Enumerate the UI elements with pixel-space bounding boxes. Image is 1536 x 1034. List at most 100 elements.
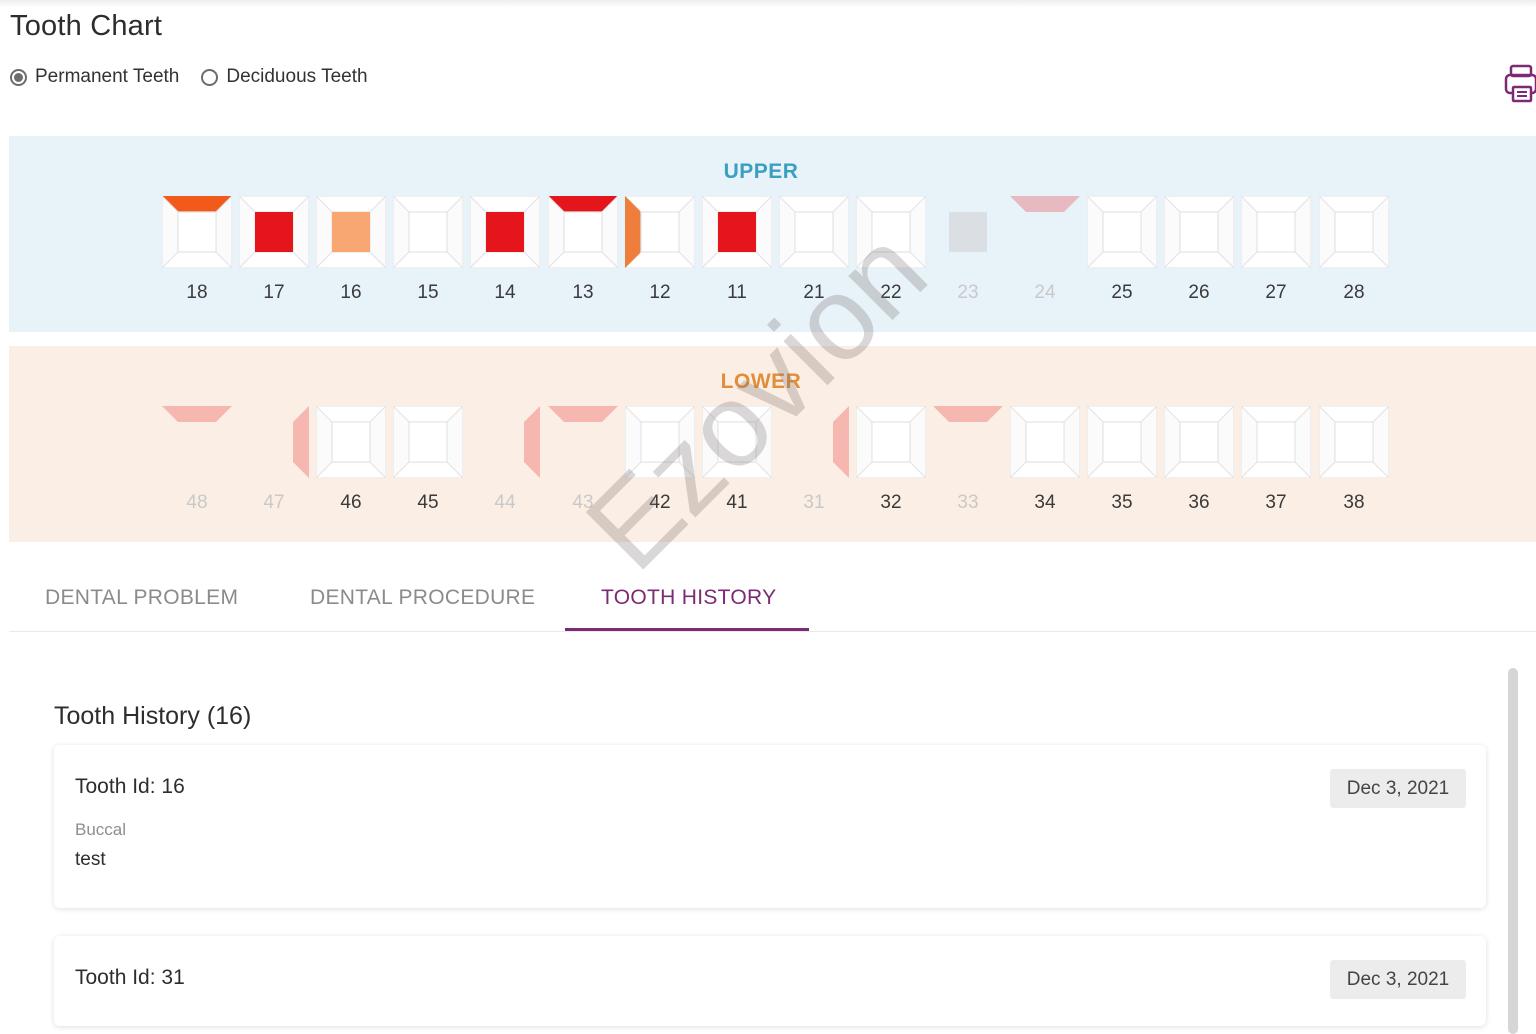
tooth-41[interactable] bbox=[702, 406, 772, 478]
tooth-right-surface[interactable] bbox=[524, 406, 540, 478]
tooth-bottom-surface[interactable] bbox=[1010, 252, 1080, 268]
tooth-18[interactable] bbox=[162, 196, 232, 268]
tooth-top-surface[interactable] bbox=[548, 406, 618, 422]
tooth-center-surface[interactable] bbox=[1179, 211, 1219, 253]
tooth-center-surface[interactable] bbox=[564, 422, 602, 462]
tooth-center-surface[interactable] bbox=[717, 421, 757, 463]
tooth-45[interactable] bbox=[393, 406, 463, 478]
tooth-surface-diagram bbox=[393, 406, 463, 478]
tooth-26[interactable] bbox=[1164, 196, 1234, 268]
tooth-top-surface[interactable] bbox=[933, 406, 1003, 422]
tooth-center-surface[interactable] bbox=[408, 211, 448, 253]
tooth-center-surface[interactable] bbox=[795, 422, 833, 462]
tooth-47[interactable] bbox=[239, 406, 309, 478]
printer-icon bbox=[1504, 64, 1536, 103]
tooth-center-surface[interactable] bbox=[255, 212, 293, 252]
tooth-left-surface[interactable] bbox=[239, 406, 255, 478]
tooth-11[interactable] bbox=[702, 196, 772, 268]
tooth-43[interactable] bbox=[548, 406, 618, 478]
tooth-24[interactable] bbox=[1010, 196, 1080, 268]
tooth-left-surface[interactable] bbox=[933, 196, 949, 268]
tooth-left-surface[interactable] bbox=[779, 406, 795, 478]
tooth-48[interactable] bbox=[162, 406, 232, 478]
tooth-28[interactable] bbox=[1319, 196, 1389, 268]
tab-dental-procedure[interactable]: DENTAL PROCEDURE bbox=[310, 586, 535, 610]
tooth-bottom-surface[interactable] bbox=[548, 462, 618, 478]
print-button[interactable] bbox=[1502, 62, 1536, 104]
tooth-37[interactable] bbox=[1241, 406, 1311, 478]
radio-selected-icon[interactable] bbox=[10, 68, 27, 86]
tooth-14[interactable] bbox=[470, 196, 540, 268]
tooth-13[interactable] bbox=[548, 196, 618, 268]
tooth-bottom-surface[interactable] bbox=[933, 462, 1003, 478]
tooth-center-surface[interactable] bbox=[255, 422, 293, 462]
tooth-center-surface[interactable] bbox=[1334, 211, 1374, 253]
tooth-center-surface[interactable] bbox=[1102, 211, 1142, 253]
tooth-left-surface[interactable] bbox=[470, 406, 486, 478]
tooth-surface-diagram bbox=[625, 406, 695, 478]
tooth-21[interactable] bbox=[779, 196, 849, 268]
tooth-center-surface[interactable] bbox=[177, 211, 217, 253]
tooth-center-surface[interactable] bbox=[640, 211, 680, 253]
tooth-center-surface[interactable] bbox=[871, 421, 911, 463]
tooth-center-surface[interactable] bbox=[871, 211, 911, 253]
tab-dental-problem[interactable]: DENTAL PROBLEM bbox=[45, 586, 238, 610]
tooth-35[interactable] bbox=[1087, 406, 1157, 478]
tooth-center-surface[interactable] bbox=[408, 421, 448, 463]
tooth-center-surface[interactable] bbox=[794, 211, 834, 253]
tooth-22[interactable] bbox=[856, 196, 926, 268]
tooth-center-surface[interactable] bbox=[1256, 421, 1296, 463]
tooth-center-surface[interactable] bbox=[1334, 421, 1374, 463]
tooth-16[interactable] bbox=[316, 196, 386, 268]
tooth-17[interactable] bbox=[239, 196, 309, 268]
tooth-44[interactable] bbox=[470, 406, 540, 478]
tooth-32[interactable] bbox=[856, 406, 926, 478]
tooth-center-surface[interactable] bbox=[1179, 421, 1219, 463]
tooth-center-surface[interactable] bbox=[178, 422, 216, 462]
tooth-center-surface[interactable] bbox=[1256, 211, 1296, 253]
tooth-31[interactable] bbox=[779, 406, 849, 478]
tab-tooth-history[interactable]: TOOTH HISTORY bbox=[601, 586, 776, 610]
tooth-25[interactable] bbox=[1087, 196, 1157, 268]
tooth-top-surface[interactable] bbox=[1010, 196, 1080, 212]
tooth-right-surface[interactable] bbox=[987, 196, 1003, 268]
radio-permanent-teeth[interactable]: Permanent Teeth bbox=[10, 66, 179, 88]
tooth-34[interactable] bbox=[1010, 406, 1080, 478]
tooth-surface-diagram bbox=[316, 196, 386, 268]
tooth-center-surface[interactable] bbox=[640, 421, 680, 463]
tooth-right-surface[interactable] bbox=[293, 406, 309, 478]
tooth-33[interactable] bbox=[933, 406, 1003, 478]
tooth-center-surface[interactable] bbox=[486, 422, 524, 462]
tooth-36[interactable] bbox=[1164, 406, 1234, 478]
tooth-top-surface[interactable] bbox=[162, 406, 232, 422]
tooth-46[interactable] bbox=[316, 406, 386, 478]
tooth-center-surface[interactable] bbox=[486, 212, 524, 252]
radio-unselected-icon[interactable] bbox=[201, 68, 219, 86]
tooth-right-surface[interactable] bbox=[833, 406, 849, 478]
tooth-center-surface[interactable] bbox=[563, 211, 603, 253]
tooth-center-surface[interactable] bbox=[1026, 212, 1064, 252]
tooth-center-surface[interactable] bbox=[331, 421, 371, 463]
history-scrollbar[interactable] bbox=[1508, 668, 1518, 1034]
tooth-27[interactable] bbox=[1241, 196, 1311, 268]
tooth-23[interactable] bbox=[933, 196, 1003, 268]
tooth-center-surface[interactable] bbox=[949, 212, 987, 252]
tooth-top-surface[interactable] bbox=[933, 196, 1003, 212]
tooth-center-surface[interactable] bbox=[1102, 421, 1142, 463]
top-shadow bbox=[0, 0, 1536, 8]
tooth-number: 43 bbox=[572, 492, 594, 513]
tooth-12[interactable] bbox=[625, 196, 695, 268]
tooth-bottom-surface[interactable] bbox=[162, 462, 232, 478]
tooth-38[interactable] bbox=[1319, 406, 1389, 478]
tooth-center-surface[interactable] bbox=[1025, 421, 1065, 463]
radio-deciduous-teeth[interactable]: Deciduous Teeth bbox=[201, 66, 368, 88]
tooth-42[interactable] bbox=[625, 406, 695, 478]
tooth-center-surface[interactable] bbox=[332, 212, 370, 252]
tooth-number: 45 bbox=[417, 492, 439, 513]
tooth-surface-diagram bbox=[162, 406, 232, 478]
tooth-15[interactable] bbox=[393, 196, 463, 268]
tooth-center-surface[interactable] bbox=[718, 212, 756, 252]
tooth-center-surface[interactable] bbox=[949, 422, 987, 462]
tooth-surface-diagram bbox=[625, 196, 695, 268]
tooth-bottom-surface[interactable] bbox=[933, 252, 1003, 268]
